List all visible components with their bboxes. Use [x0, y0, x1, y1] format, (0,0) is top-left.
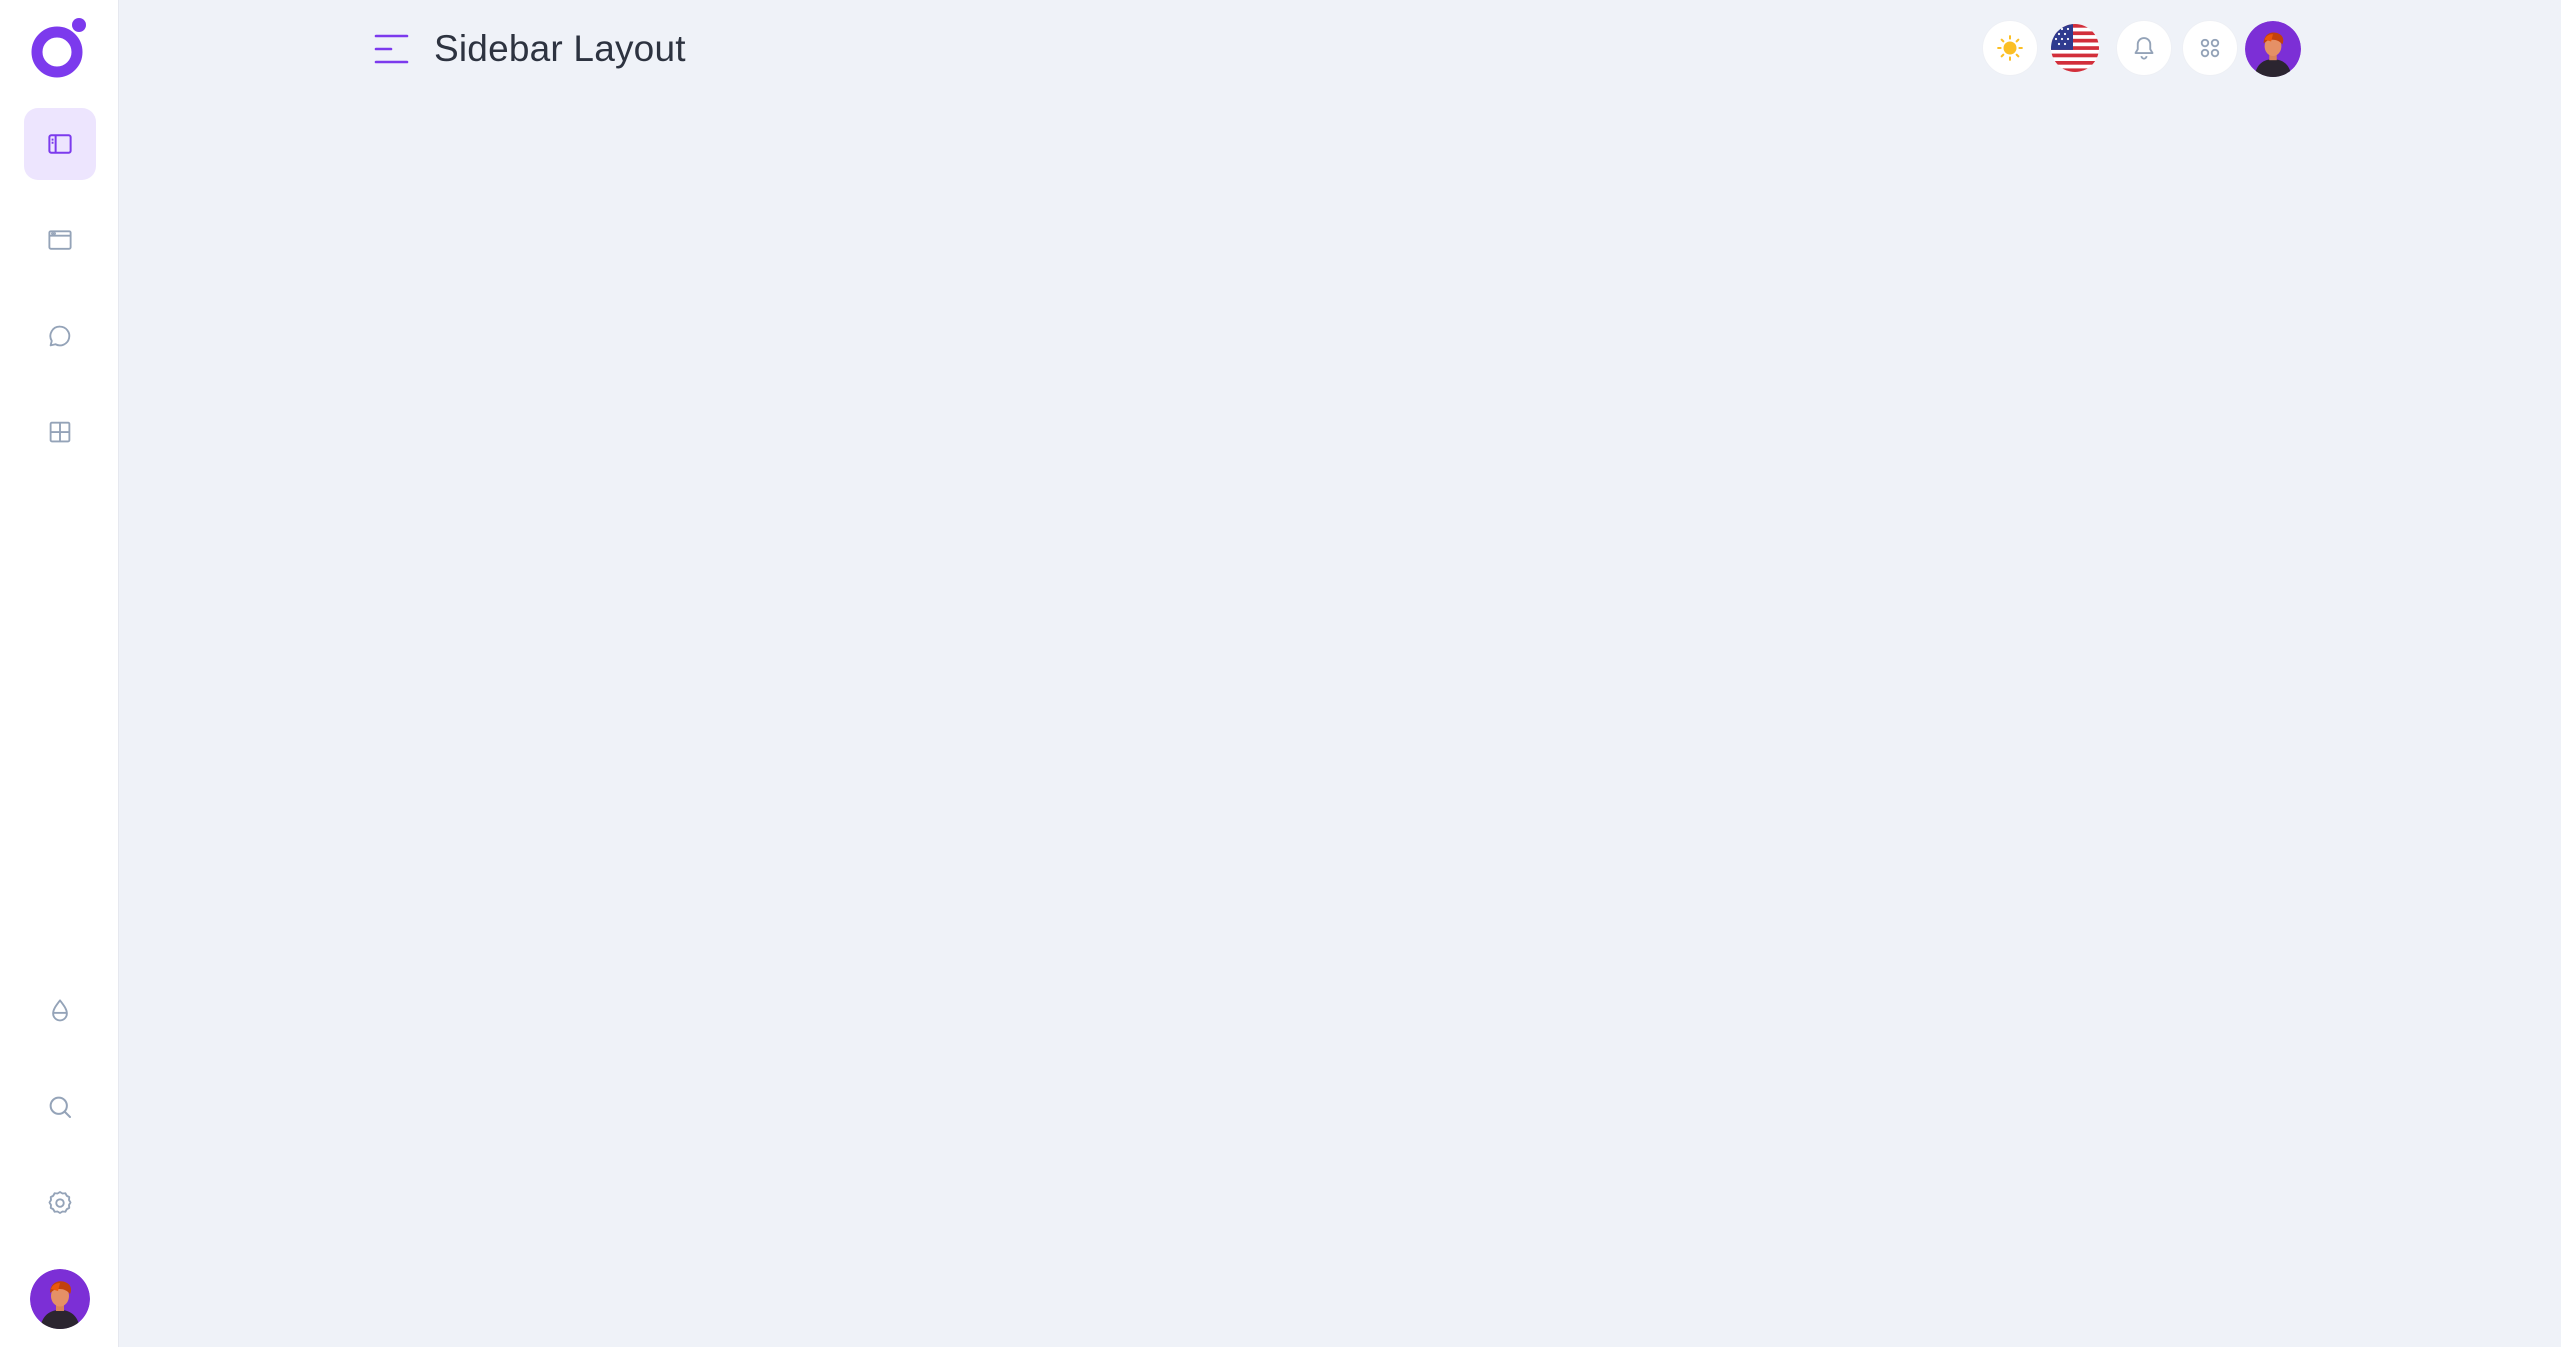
droplet-icon: [52, 999, 68, 1022]
sidebar-item-tables[interactable]: [24, 396, 96, 468]
hamburger-menu-icon: [374, 34, 409, 64]
gear-icon: [48, 1191, 72, 1214]
sun-icon: [1997, 35, 2023, 61]
sidebar-item-chat[interactable]: [24, 300, 96, 372]
search-icon: [49, 1096, 71, 1118]
sidebar-layout-icon: [48, 134, 72, 154]
apps-button[interactable]: [2183, 21, 2237, 75]
sidebar-item-layouts[interactable]: [24, 108, 96, 180]
page-title: Sidebar Layout: [434, 28, 686, 69]
sidebar-item-window[interactable]: [24, 204, 96, 276]
apps-grid-icon: [2200, 38, 2220, 58]
language-selector[interactable]: [2051, 24, 2099, 72]
sidebar-item-theme[interactable]: [24, 975, 96, 1047]
app-logo[interactable]: [29, 17, 91, 81]
sidebar-item-search[interactable]: [24, 1071, 96, 1143]
sidebar-item-settings[interactable]: [24, 1167, 96, 1239]
theme-toggle-button[interactable]: [1983, 21, 2037, 75]
notifications-button[interactable]: [2117, 21, 2171, 75]
chat-bubble-icon: [49, 325, 71, 347]
grid-table-icon: [49, 421, 71, 443]
window-icon: [48, 230, 72, 250]
avatar[interactable]: [30, 1269, 90, 1329]
menu-toggle-button[interactable]: [374, 32, 410, 66]
bell-icon: [2134, 37, 2154, 60]
us-flag-icon: [2051, 24, 2099, 72]
user-avatar[interactable]: [2245, 21, 2301, 77]
sidebar: [0, 0, 119, 1347]
